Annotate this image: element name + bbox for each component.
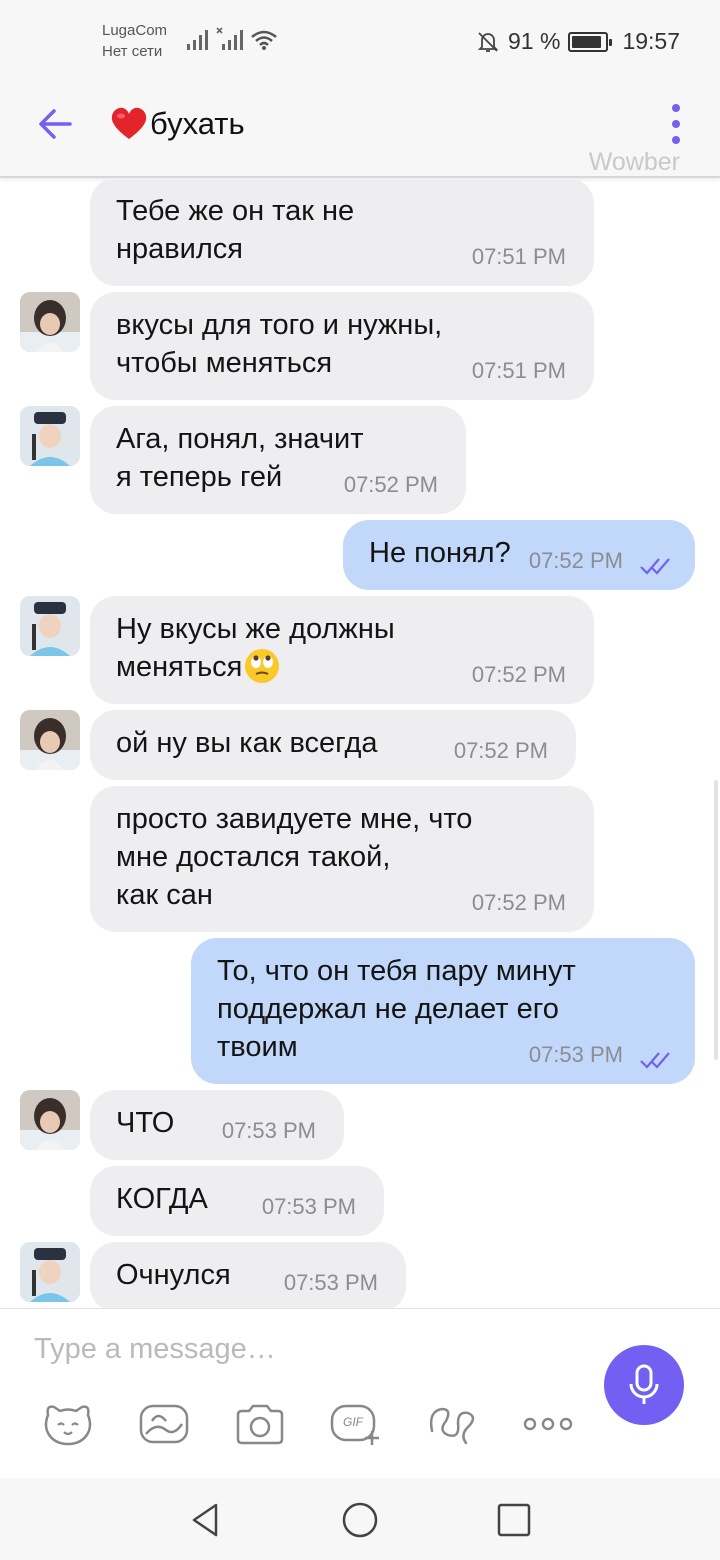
sticker-icon[interactable] [42, 1401, 94, 1447]
status-right: 91 % 19:57 [476, 28, 680, 55]
avatar[interactable] [20, 1242, 80, 1302]
message-text: Не понял? [369, 537, 511, 569]
dot-icon [672, 120, 680, 128]
composer: GIF [0, 1308, 720, 1478]
system-nav-bar [0, 1478, 720, 1560]
avatar[interactable] [20, 710, 80, 770]
message-time: 07:53 PM [221, 1118, 316, 1143]
incoming-message-bubble[interactable]: Очнулся 07:53 PM [90, 1242, 406, 1308]
incoming-message-bubble[interactable]: Ну вкусы же должны меняться 07:52 PM [90, 596, 594, 704]
battery-percent: 91 % [508, 28, 561, 54]
more-options-button[interactable] [670, 104, 682, 144]
incoming-message-bubble[interactable]: КОГДА 07:53 PM [90, 1166, 384, 1236]
avatar-photo-icon [20, 1242, 80, 1302]
incoming-message-bubble[interactable]: ЧТО 07:53 PM [90, 1090, 344, 1160]
incoming-message-bubble[interactable]: ой ну вы как всегда 07:52 PM [90, 710, 576, 780]
microphone-icon [629, 1364, 659, 1404]
avatar[interactable] [20, 596, 80, 656]
voice-message-button[interactable] [604, 1345, 684, 1425]
message-time: 07:52 PM [343, 472, 438, 497]
status-bar: LugaCom Нет сети 91 % 19:57 [0, 0, 720, 70]
no-signal-icon [216, 27, 244, 51]
red-heart-icon [111, 107, 147, 139]
gif-button[interactable]: GIF [330, 1401, 382, 1447]
avatar-photo-icon [20, 710, 80, 770]
back-arrow-icon [39, 109, 72, 139]
incoming-message-bubble[interactable]: просто завидуете мне, что мне достался т… [90, 786, 594, 932]
dot-icon [672, 136, 680, 144]
nav-recents-icon[interactable] [494, 1500, 534, 1540]
battery-icon [568, 31, 613, 52]
nav-home-icon[interactable] [340, 1500, 380, 1540]
avatar[interactable] [20, 406, 80, 466]
signal-icon [186, 27, 212, 51]
clock: 19:57 [622, 28, 680, 54]
outgoing-message-bubble[interactable]: Не понял? 07:52 PM [343, 520, 695, 590]
mute-bell-icon [477, 31, 499, 52]
carrier-info: LugaCom Нет сети [102, 20, 167, 62]
more-icon[interactable] [522, 1401, 574, 1447]
message-time: 07:51 PM [471, 244, 566, 269]
avatar[interactable] [20, 292, 80, 352]
avatar-photo-icon [20, 406, 80, 466]
message-time: 07:51 PM [471, 358, 566, 383]
message-time: 07:52 PM [453, 738, 548, 763]
scrollbar[interactable] [714, 780, 718, 1060]
incoming-message-bubble[interactable]: Ага, понял, значит я теперь гей 07:52 PM [90, 406, 466, 514]
gif-label: GIF [343, 1415, 363, 1429]
gallery-icon[interactable] [138, 1401, 190, 1447]
doodle-icon[interactable] [426, 1401, 478, 1447]
wifi-icon [250, 29, 278, 51]
avatar[interactable] [20, 1090, 80, 1150]
message-time: 07:53 PM [261, 1194, 356, 1219]
message-time: 07:52 PM [471, 662, 566, 687]
message-time: 07:53 PM [528, 1042, 623, 1067]
dot-icon [672, 104, 680, 112]
message-input[interactable] [34, 1329, 574, 1369]
message-time: 07:52 PM [471, 890, 566, 915]
incoming-message-bubble[interactable]: Тебе же он так не нравился 07:51 PM [90, 180, 594, 286]
message-time: 07:53 PM [283, 1270, 378, 1295]
outgoing-message-bubble[interactable]: То, что он тебя пару минут поддержал не … [191, 938, 695, 1084]
incoming-message-bubble[interactable]: вкусы для того и нужны, чтобы меняться 0… [90, 292, 594, 400]
nav-back-icon[interactable] [186, 1500, 226, 1540]
chat-title-text: бухать [150, 106, 245, 141]
message-time: 07:52 PM [528, 548, 623, 573]
avatar-photo-icon [20, 292, 80, 352]
rolling-eyes-emoji-icon [245, 649, 280, 683]
chat-title[interactable]: бухать [110, 106, 245, 142]
watermark: Wowber [588, 148, 680, 176]
camera-icon[interactable] [234, 1401, 286, 1447]
read-ticks-icon [640, 1052, 670, 1069]
carrier-name: LugaCom [102, 22, 168, 39]
read-ticks-icon [640, 558, 670, 575]
avatar-photo-icon [20, 596, 80, 656]
avatar-photo-icon [20, 1090, 80, 1150]
message-list[interactable]: Тебе же он так не нравился 07:51 PM вкус… [0, 180, 720, 1308]
network-status: Нет сети [102, 43, 163, 60]
back-button[interactable] [36, 104, 76, 144]
